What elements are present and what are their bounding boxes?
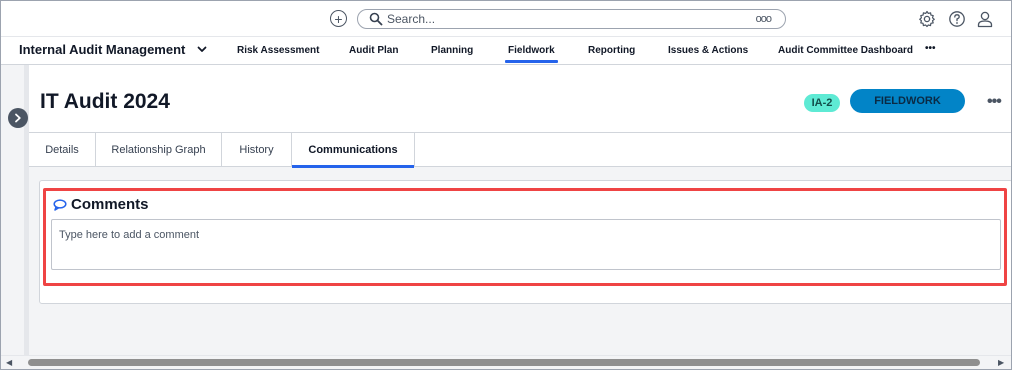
tab-communications[interactable]: Communications <box>292 133 415 168</box>
page-title: IT Audit 2024 <box>40 90 170 113</box>
search-input[interactable] <box>387 12 687 26</box>
expand-sidebar-button[interactable] <box>8 108 28 128</box>
nav-item-issues-actions[interactable]: Issues & Actions <box>668 45 748 56</box>
gear-icon[interactable] <box>918 10 936 28</box>
search-options-button[interactable]: ooo <box>756 13 772 25</box>
search-box[interactable]: ooo <box>357 9 786 29</box>
top-bar: + ooo <box>1 1 1011 37</box>
tab-label: Relationship Graph <box>111 144 206 156</box>
user-icon[interactable] <box>976 10 994 28</box>
nav-item-reporting[interactable]: Reporting <box>588 45 635 56</box>
workflow-status-button[interactable]: FIELDWORK <box>850 89 965 113</box>
more-options-button[interactable]: ••• <box>987 93 1002 111</box>
chevron-right-icon <box>15 113 21 123</box>
app-window: + ooo Internal Audit Management <box>0 0 1012 370</box>
nav-item-risk-assessment[interactable]: Risk Assessment <box>237 45 319 56</box>
chevron-down-icon <box>197 46 207 52</box>
scroll-right-icon[interactable]: ▶ <box>998 358 1004 367</box>
tab-bar: Details Relationship Graph History Commu… <box>29 132 1011 168</box>
scroll-left-icon[interactable]: ◀ <box>6 358 12 367</box>
nav-item-audit-committee-dashboard[interactable]: Audit Committee Dashboard <box>778 45 913 56</box>
scrollbar-thumb[interactable] <box>28 359 980 366</box>
nav-item-planning[interactable]: Planning <box>431 45 473 56</box>
app-switcher[interactable]: Internal Audit Management <box>19 42 207 57</box>
main-nav: Internal Audit Management Risk Assessmen… <box>1 37 1011 65</box>
nav-item-fieldwork[interactable]: Fieldwork <box>505 45 558 63</box>
plus-circle-icon[interactable]: + <box>330 10 347 27</box>
horizontal-scrollbar[interactable]: ◀ ▶ <box>1 355 1011 369</box>
record-id-badge: IA-2 <box>804 94 840 112</box>
app-name: Internal Audit Management <box>19 42 186 57</box>
nav-more-button[interactable]: ••• <box>925 43 936 54</box>
tab-label: History <box>239 144 274 156</box>
tab-label: Communications <box>308 144 398 156</box>
tab-label: Details <box>45 144 79 156</box>
nav-item-audit-plan[interactable]: Audit Plan <box>349 45 398 56</box>
tab-details[interactable]: Details <box>29 133 96 167</box>
tab-relationship-graph[interactable]: Relationship Graph <box>96 133 222 167</box>
tab-history[interactable]: History <box>222 133 292 167</box>
highlight-box <box>43 188 1007 286</box>
help-icon[interactable] <box>948 10 966 28</box>
search-icon <box>369 12 383 26</box>
